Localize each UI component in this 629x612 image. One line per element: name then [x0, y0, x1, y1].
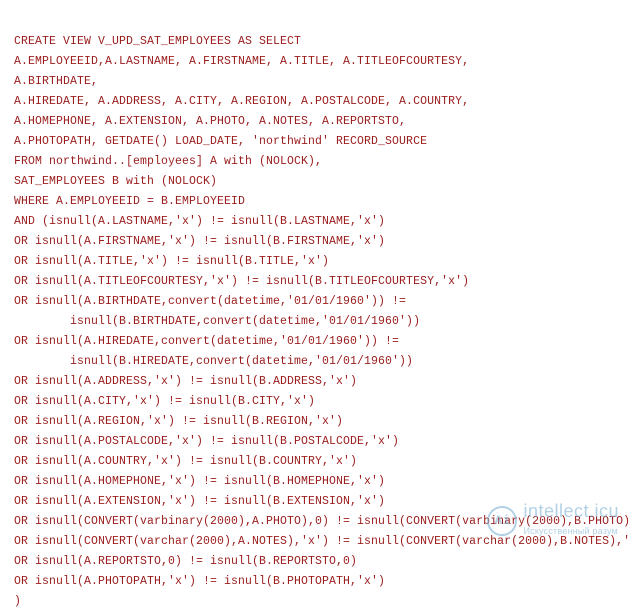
code-line: A.HIREDATE, A.ADDRESS, A.CITY, A.REGION,…: [14, 95, 469, 108]
code-line: OR isnull(A.HOMEPHONE,'x') != isnull(B.H…: [14, 475, 385, 488]
code-line: OR isnull(A.HIREDATE,convert(datetime,'0…: [14, 335, 399, 348]
code-line: WHERE A.EMPLOYEEID = B.EMPLOYEEID: [14, 195, 245, 208]
code-line: OR isnull(A.PHOTOPATH,'x') != isnull(B.P…: [14, 575, 385, 588]
code-line: OR isnull(A.EXTENSION,'x') != isnull(B.E…: [14, 495, 385, 508]
code-line: OR isnull(A.ADDRESS,'x') != isnull(B.ADD…: [14, 375, 357, 388]
code-line: OR isnull(A.TITLE,'x') != isnull(B.TITLE…: [14, 255, 329, 268]
code-line: CREATE VIEW V_UPD_SAT_EMPLOYEES AS SELEC…: [14, 35, 301, 48]
code-line: OR isnull(A.POSTALCODE,'x') != isnull(B.…: [14, 435, 399, 448]
code-line: OR isnull(A.BIRTHDATE,convert(datetime,'…: [14, 295, 406, 308]
code-line: OR isnull(CONVERT(varbinary(2000),A.PHOT…: [14, 515, 629, 528]
code-line: OR isnull(A.COUNTRY,'x') != isnull(B.COU…: [14, 455, 357, 468]
code-line: A.HOMEPHONE, A.EXTENSION, A.PHOTO, A.NOT…: [14, 115, 406, 128]
code-line: A.EMPLOYEEID,A.LASTNAME, A.FIRSTNAME, A.…: [14, 55, 469, 68]
code-line: OR isnull(A.FIRSTNAME,'x') != isnull(B.F…: [14, 235, 385, 248]
code-line: SAT_EMPLOYEES B with (NOLOCK): [14, 175, 217, 188]
code-line: OR isnull(A.TITLEOFCOURTESY,'x') != isnu…: [14, 275, 469, 288]
code-line: AND (isnull(A.LASTNAME,'x') != isnull(B.…: [14, 215, 385, 228]
code-line: isnull(B.BIRTHDATE,convert(datetime,'01/…: [14, 315, 420, 328]
code-line: A.PHOTOPATH, GETDATE() LOAD_DATE, 'north…: [14, 135, 427, 148]
code-line: isnull(B.HIREDATE,convert(datetime,'01/0…: [14, 355, 413, 368]
code-line: OR isnull(A.REPORTSTO,0) != isnull(B.REP…: [14, 555, 357, 568]
code-line: A.BIRTHDATE,: [14, 75, 98, 88]
code-line: ): [14, 595, 21, 608]
code-line: OR isnull(CONVERT(varchar(2000),A.NOTES)…: [14, 535, 629, 548]
code-line: OR isnull(A.REGION,'x') != isnull(B.REGI…: [14, 415, 343, 428]
sql-code-block: CREATE VIEW V_UPD_SAT_EMPLOYEES AS SELEC…: [14, 12, 615, 612]
code-line: FROM northwind..[employees] A with (NOLO…: [14, 155, 322, 168]
code-line: OR isnull(A.CITY,'x') != isnull(B.CITY,'…: [14, 395, 315, 408]
